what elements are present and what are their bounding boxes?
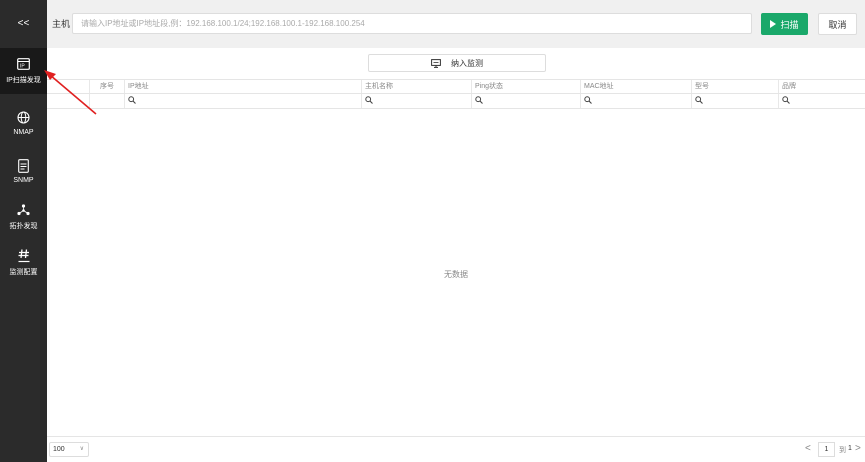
scan-button[interactable]: 扫描 [761,13,808,35]
search-icon [584,96,592,106]
total-pages: 1 [848,445,852,452]
sidebar-item-ip-scan[interactable]: IP IP扫描发现 [0,48,47,94]
column-header-ping[interactable]: Ping状态 [471,80,580,93]
table-filter-row [47,94,865,109]
column-header-model[interactable]: 型号 [691,80,778,93]
empty-state-text: 无数据 [444,270,468,279]
sidebar-item-label: NMAP [13,128,34,136]
svg-text:IP: IP [20,64,25,70]
ip-scan-icon: IP [17,57,31,71]
page-size-value: 100 [53,446,65,453]
filter-empty [47,94,89,108]
column-header-brand[interactable]: 品牌 [778,80,865,93]
search-icon [782,96,790,106]
next-page-icon[interactable]: > [855,443,861,454]
host-input[interactable] [72,13,752,34]
monitor-config-icon [17,249,31,263]
sidebar-item-topology[interactable]: 拓扑发现 [0,194,47,240]
cancel-button[interactable]: 取消 [818,13,857,35]
play-icon [770,20,777,28]
sidebar-item-monitor-config[interactable]: 监测配置 [0,240,47,286]
search-icon [128,96,136,106]
add-to-monitoring-button[interactable]: 纳入监测 [368,54,546,72]
search-icon [695,96,703,106]
column-header-mac[interactable]: MAC地址 [580,80,691,93]
topbar: 主机 扫描 取消 [47,0,865,48]
filter-brand[interactable] [778,94,865,108]
search-icon [475,96,483,106]
host-label: 主机 [52,19,71,29]
prev-page-icon[interactable]: < [805,443,811,454]
select-all-cell[interactable] [47,80,89,93]
document-icon [17,158,31,173]
pagination-bar: 100 ∨ < 1 到 1 > [47,436,865,462]
sidebar-item-label: SNMP [13,176,34,184]
filter-ping[interactable] [471,94,580,108]
sidebar-item-label: IP扫描发现 [6,77,41,84]
goto-label: 到 [839,447,846,454]
sidebar-item-nmap[interactable]: NMAP [0,100,47,146]
page-number-input[interactable]: 1 [818,442,835,457]
topology-icon [17,203,31,217]
column-header-hostname[interactable]: 主机名称 [361,80,471,93]
column-header-index[interactable]: 序号 [89,80,124,93]
globe-icon [17,111,31,125]
sidebar: << IP IP扫描发现 NMAP SNMP 拓扑发现 监测配置 [0,0,47,462]
filter-hostname[interactable] [361,94,471,108]
collapse-sidebar-button[interactable]: << [0,0,47,46]
filter-mac[interactable] [580,94,691,108]
sidebar-item-label: 监测配置 [9,269,38,276]
filter-empty [89,94,124,108]
sidebar-item-label: 拓扑发现 [9,223,38,230]
chevron-down-icon: ∨ [79,446,84,452]
scan-results-table: 序号 IP地址 主机名称 Ping状态 MAC地址 型号 品牌 [47,79,865,109]
page-size-select[interactable]: 100 ∨ [49,442,89,457]
column-header-ip[interactable]: IP地址 [124,80,361,93]
monitor-icon [431,58,441,68]
sidebar-item-snmp[interactable]: SNMP [0,148,47,194]
filter-model[interactable] [691,94,778,108]
filter-ip[interactable] [124,94,361,108]
table-header: 序号 IP地址 主机名称 Ping状态 MAC地址 型号 品牌 [47,79,865,94]
add-to-monitoring-label: 纳入监测 [451,58,483,68]
search-icon [365,96,373,106]
scan-button-label: 扫描 [780,19,799,30]
